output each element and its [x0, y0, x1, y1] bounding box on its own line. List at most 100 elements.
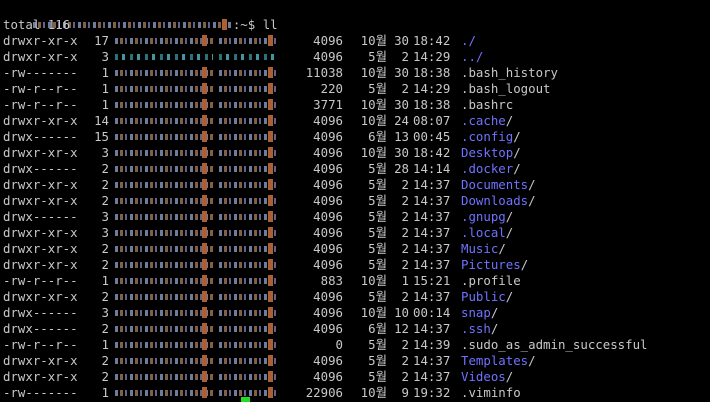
- mod-day: 30: [394, 145, 409, 160]
- link-count: 2: [101, 289, 109, 304]
- redacted-group: [219, 178, 279, 190]
- link-count: 1: [101, 273, 109, 288]
- directory-name[interactable]: Desktop: [461, 145, 513, 161]
- prompt-line: :~$ ll: [3, 1, 710, 32]
- mod-day: 2: [401, 209, 409, 224]
- file-name[interactable]: .bash_history: [461, 65, 558, 81]
- file-size: 3771: [313, 97, 343, 112]
- directory-name[interactable]: .gnupg: [461, 209, 506, 225]
- mod-month: 5월: [368, 257, 387, 272]
- link-count: 2: [101, 241, 109, 256]
- link-count: 15: [94, 129, 109, 144]
- link-count: 1: [101, 81, 109, 96]
- total-line: total 116: [3, 17, 71, 32]
- mod-time: 08:07: [413, 113, 451, 128]
- redacted-group: [219, 386, 279, 398]
- redacted-owner: [115, 210, 213, 222]
- file-size: 4096: [313, 369, 343, 384]
- permissions: drwx------: [3, 321, 78, 336]
- directory-name[interactable]: Downloads: [461, 193, 528, 209]
- redacted-owner: [115, 82, 213, 94]
- mod-time: 18:42: [413, 33, 451, 48]
- directory-name[interactable]: snap: [461, 305, 491, 321]
- mod-time: 14:37: [413, 225, 451, 240]
- mod-month: 5월: [368, 369, 387, 384]
- mod-day: 2: [401, 241, 409, 256]
- mod-day: 2: [401, 289, 409, 304]
- permissions: drwxr-xr-x: [3, 145, 78, 160]
- mod-month: 5월: [368, 225, 387, 240]
- permissions: drwxr-xr-x: [3, 369, 78, 384]
- link-count: 3: [101, 145, 109, 160]
- file-name[interactable]: .bash_logout: [461, 81, 551, 97]
- mod-month: 5월: [368, 241, 387, 256]
- mod-day: 30: [394, 97, 409, 112]
- mod-month: 10월: [360, 33, 387, 48]
- file-size: 4096: [313, 209, 343, 224]
- listing-row: drwxr-xr-x 2 4096 5월 2 14:37 Downloads/: [3, 193, 710, 209]
- redacted-owner: [115, 306, 213, 318]
- mod-time: 14:37: [413, 177, 451, 192]
- directory-name[interactable]: .local: [461, 225, 506, 241]
- redacted-group: [219, 242, 279, 254]
- permissions: drwxr-xr-x: [3, 353, 78, 368]
- directory-name[interactable]: .config: [461, 129, 513, 145]
- file-size: 883: [320, 273, 343, 288]
- directory-name[interactable]: ./: [461, 33, 476, 49]
- permissions: drwxr-xr-x: [3, 49, 78, 64]
- permissions: drwxr-xr-x: [3, 33, 78, 48]
- mod-time: 18:38: [413, 65, 451, 80]
- redacted-group: [219, 194, 279, 206]
- terminal-window[interactable]: :~$ ll total 116 drwxr-xr-x 17 4096 10월 30 18…: [0, 0, 710, 402]
- directory-name[interactable]: Videos: [461, 369, 506, 385]
- redacted-owner: [115, 386, 213, 398]
- file-name[interactable]: .sudo_as_admin_successful: [461, 337, 648, 353]
- directory-name[interactable]: Documents: [461, 177, 528, 193]
- mod-day: 24: [394, 113, 409, 128]
- mod-month: 10월: [360, 145, 387, 160]
- mod-time: 14:29: [413, 49, 451, 64]
- directory-name[interactable]: Music: [461, 241, 498, 257]
- permissions: drwx------: [3, 129, 78, 144]
- mod-month: 5월: [368, 209, 387, 224]
- mod-month: 6월: [368, 129, 387, 144]
- redacted-owner: [115, 162, 213, 174]
- file-size: 22906: [305, 385, 343, 400]
- redacted-group: [219, 226, 279, 238]
- listing-row: drwx------ 2 4096 6월 12 14:37 .ssh/: [3, 321, 710, 337]
- directory-name[interactable]: Pictures: [461, 257, 521, 273]
- file-size: 0: [335, 337, 343, 352]
- file-name[interactable]: .profile: [461, 273, 521, 289]
- path-separator: /: [528, 353, 536, 368]
- mod-day: 2: [401, 177, 409, 192]
- mod-day: 2: [401, 353, 409, 368]
- path-separator: /: [520, 257, 529, 272]
- mod-day: 30: [394, 33, 409, 48]
- directory-name[interactable]: .docker: [461, 161, 513, 177]
- redacted-owner: [115, 178, 213, 190]
- redacted-group: [219, 53, 279, 60]
- path-separator: /: [505, 209, 514, 224]
- file-size: 4096: [313, 129, 343, 144]
- link-count: 3: [101, 225, 109, 240]
- mod-time: 14:37: [413, 209, 451, 224]
- permissions: drwxr-xr-x: [3, 241, 78, 256]
- directory-name[interactable]: Public: [461, 289, 506, 305]
- link-count: 2: [101, 193, 109, 208]
- redacted-owner: [115, 354, 213, 366]
- redacted-owner: [115, 53, 213, 60]
- file-name[interactable]: .viminfo: [461, 385, 521, 401]
- mod-day: 2: [401, 369, 409, 384]
- directory-name[interactable]: .cache: [461, 113, 506, 129]
- link-count: 2: [101, 161, 109, 176]
- directory-name[interactable]: ../: [461, 49, 483, 65]
- mod-month: 10월: [360, 273, 387, 288]
- redacted-group: [219, 322, 279, 334]
- redacted-group: [219, 130, 279, 142]
- directory-name[interactable]: .ssh: [461, 321, 491, 337]
- listing-row: drwxr-xr-x 2 4096 5월 2 14:37 Documents/: [3, 177, 710, 193]
- file-name[interactable]: .bashrc: [461, 97, 513, 113]
- permissions: drwx------: [3, 161, 78, 176]
- directory-name[interactable]: Templates: [461, 353, 528, 369]
- mod-month: 10월: [360, 385, 387, 400]
